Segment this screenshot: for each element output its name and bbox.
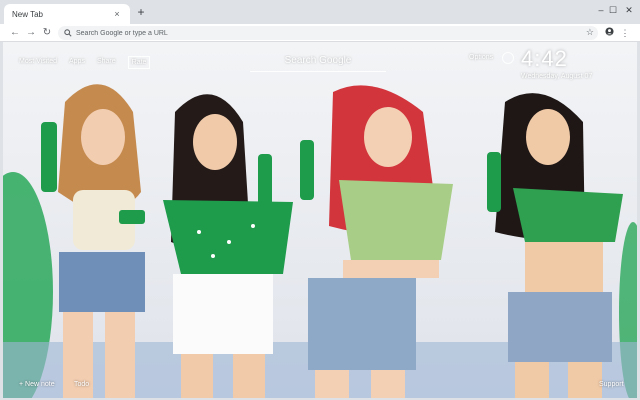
- search-box: [250, 50, 386, 72]
- account-icon[interactable]: [602, 26, 616, 40]
- tab-new-tab[interactable]: New Tab ×: [4, 4, 130, 24]
- top-links: Most Visited Apps Share Rate: [19, 56, 151, 69]
- new-tab-page: Most Visited Apps Share Rate Options 4:4…: [3, 42, 637, 398]
- tab-title: New Tab: [12, 9, 43, 19]
- google-search-input[interactable]: [250, 50, 386, 71]
- clock-time: 4:42: [521, 46, 568, 71]
- background-photo: [3, 42, 637, 398]
- link-apps[interactable]: Apps: [69, 56, 85, 69]
- clock-date: Wednesday, August 07: [521, 73, 593, 80]
- new-tab-button[interactable]: +: [134, 6, 148, 20]
- search-icon: [64, 29, 72, 37]
- omnibox[interactable]: ☆: [58, 26, 598, 40]
- back-icon[interactable]: ←: [8, 26, 22, 40]
- forward-icon[interactable]: →: [24, 26, 38, 40]
- star-icon[interactable]: ☆: [586, 27, 594, 38]
- new-note-button[interactable]: + New note: [19, 381, 55, 388]
- link-rate[interactable]: Rate: [127, 56, 151, 69]
- link-share[interactable]: Share: [97, 56, 116, 69]
- settings-icon[interactable]: [502, 52, 514, 64]
- todo-button[interactable]: Todo: [74, 381, 89, 388]
- tab-strip: New Tab × + – ☐ ✕: [0, 0, 640, 24]
- browser-toolbar: ← → ↻ ☆ ⋮: [0, 24, 640, 42]
- reload-icon[interactable]: ↻: [40, 26, 54, 40]
- address-input[interactable]: [76, 29, 376, 37]
- window-close-icon[interactable]: ✕: [620, 4, 638, 16]
- support-link[interactable]: Support: [599, 381, 624, 388]
- tab-close-icon[interactable]: ×: [112, 9, 122, 19]
- options-link[interactable]: Options: [469, 54, 493, 61]
- link-most-visited[interactable]: Most Visited: [19, 56, 57, 69]
- menu-icon[interactable]: ⋮: [618, 26, 632, 40]
